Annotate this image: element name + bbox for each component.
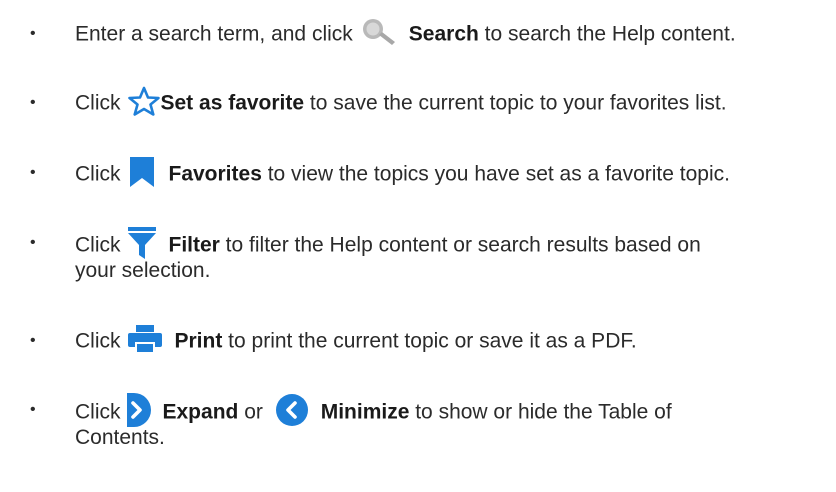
bullet: •: [30, 234, 36, 251]
item-continuation: your selection.: [75, 259, 211, 282]
filter-funnel-icon[interactable]: [127, 226, 157, 260]
item-prefix: Click: [75, 400, 121, 424]
bullet: •: [30, 332, 36, 349]
item-suffix: to print the current topic or save it as…: [222, 329, 637, 353]
favorites-label: Favorites: [168, 162, 262, 186]
magnifier-icon[interactable]: [359, 17, 397, 47]
item-prefix: Click: [75, 162, 121, 186]
item-text: Click Print to print the current topic or…: [75, 324, 831, 355]
print-label: Print: [174, 329, 223, 353]
bullet: •: [30, 94, 36, 111]
item-text: Click Filter to filter the Help content o…: [75, 226, 831, 285]
filter-label: Filter: [168, 233, 220, 257]
item-text: Click Expand or Minimize to show or hide …: [75, 393, 831, 452]
expand-label: Expand: [162, 400, 239, 424]
item-suffix: to filter the Help content or search res…: [219, 233, 701, 257]
bookmark-icon[interactable]: [127, 156, 157, 188]
printer-icon[interactable]: [127, 324, 163, 354]
minimize-label: Minimize: [320, 400, 410, 424]
item-middle: or: [238, 400, 269, 424]
item-text: Enter a search term, and click Search to …: [75, 17, 831, 48]
search-label: Search: [408, 22, 479, 46]
set-as-favorite-label: Set as favorite: [160, 91, 305, 115]
bullet: •: [30, 25, 36, 42]
item-text: Click Set as favorite to save the current…: [75, 86, 831, 117]
item-suffix: to save the current topic to your favori…: [304, 91, 727, 115]
expand-chevron-right-icon[interactable]: [126, 393, 151, 427]
item-prefix: Click: [75, 329, 121, 353]
item-prefix: Enter a search term, and click: [75, 22, 353, 46]
star-outline-icon[interactable]: [127, 86, 161, 116]
minimize-chevron-left-icon[interactable]: [275, 393, 309, 427]
item-suffix: to view the topics you have set as a fav…: [261, 162, 730, 186]
item-prefix: Click: [75, 91, 121, 115]
item-text: Click Favorites to view the topics you ha…: [75, 156, 831, 188]
item-prefix: Click: [75, 233, 121, 257]
bullet: •: [30, 164, 36, 181]
item-continuation: Contents.: [75, 426, 165, 449]
item-suffix: to search the Help content.: [478, 22, 736, 46]
item-suffix: to show or hide the Table of: [409, 400, 672, 424]
bullet: •: [30, 401, 36, 418]
